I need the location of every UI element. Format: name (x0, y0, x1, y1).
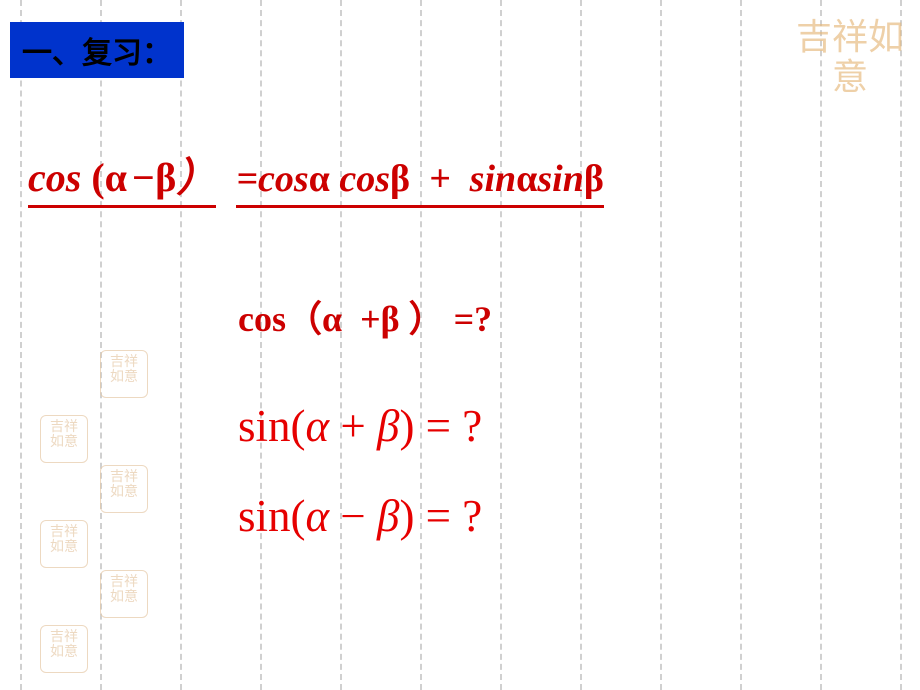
section-header-text: 一、复习： (22, 37, 172, 70)
decorative-stamp-6: 吉祥如意 (40, 625, 88, 673)
formula-rhs: =cosα cosβ + sinαsinβ (236, 157, 604, 208)
decorative-stamp-3: 吉祥如意 (100, 465, 148, 513)
decorative-stamp-large: 吉祥如意 (785, 8, 915, 138)
formula-cosine-difference: cos (α−β） =cosα cosβ + sinαsinβ (28, 145, 604, 208)
decorative-stamp-1: 吉祥如意 (100, 350, 148, 398)
formula-lhs: cos (α−β） (28, 145, 216, 208)
section-header-box: 一、复习： (10, 22, 184, 78)
question-cos-sum: cos（α +β ） =? (238, 290, 492, 342)
decorative-stamp-4: 吉祥如意 (40, 520, 88, 568)
decorative-stamp-2: 吉祥如意 (40, 415, 88, 463)
question-sin-sum: sin(α + β) = ? (238, 400, 482, 452)
decorative-stamp-5: 吉祥如意 (100, 570, 148, 618)
question-sin-diff: sin(α − β) = ? (238, 490, 482, 542)
